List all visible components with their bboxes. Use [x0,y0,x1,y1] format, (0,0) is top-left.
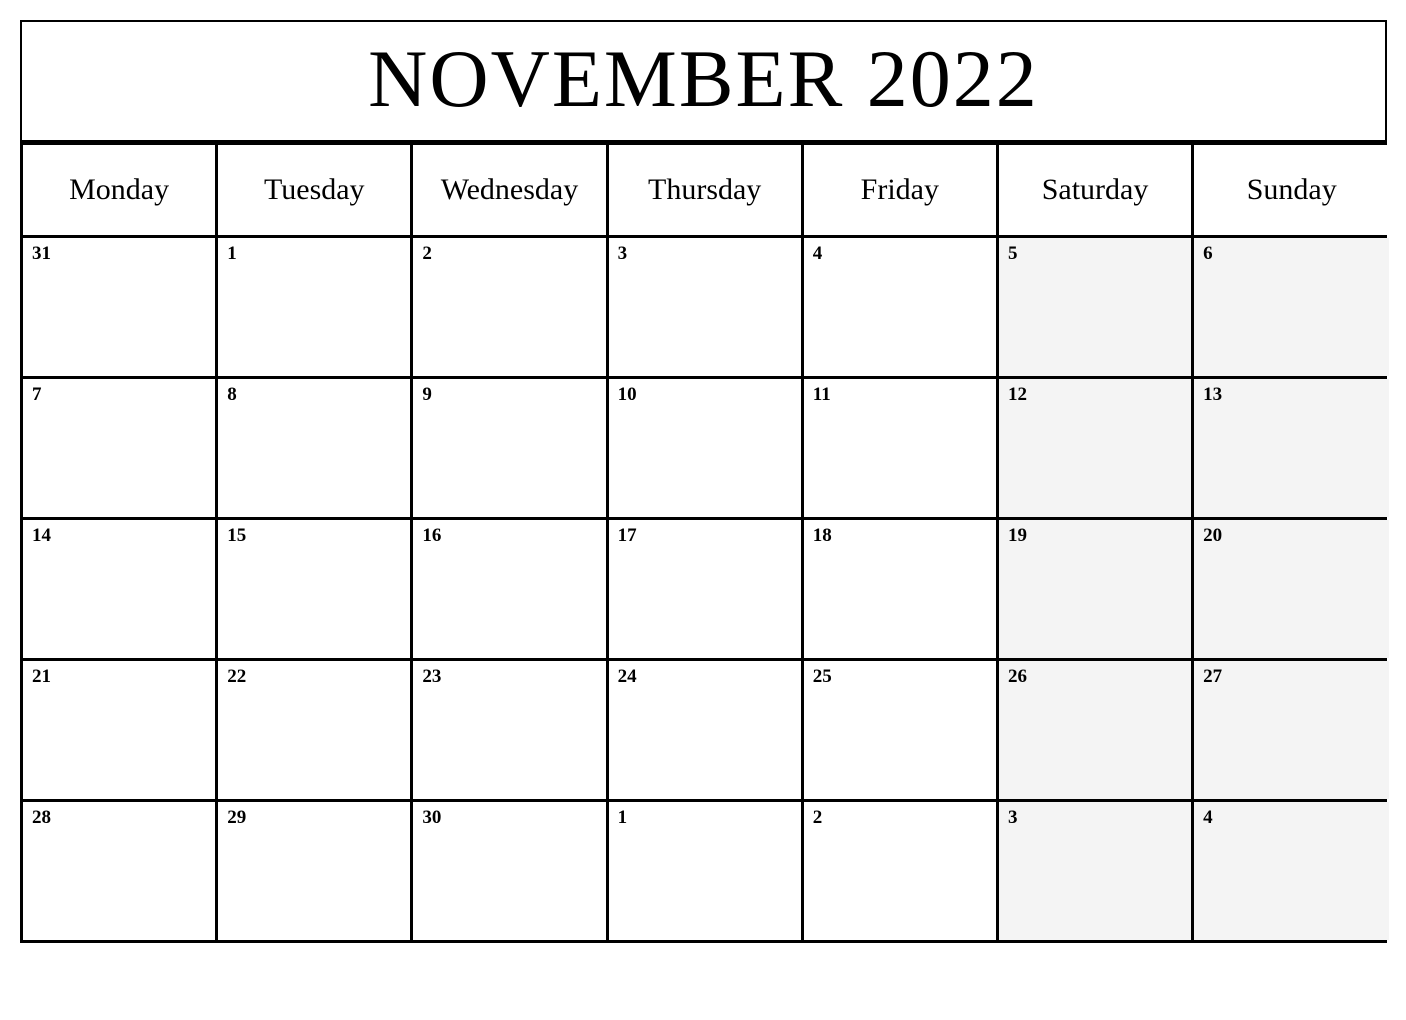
calendar-day-cell[interactable]: 13 [1194,379,1390,517]
calendar-day-cell[interactable]: 3 [998,802,1195,940]
day-number: 30 [422,807,442,828]
calendar-day-cell[interactable]: 26 [998,661,1195,799]
weekday-header-label: Monday [69,173,170,206]
day-number: 23 [422,666,442,687]
weekday-header-wednesday: Wednesday [413,145,609,235]
calendar-day-cell[interactable]: 15 [218,520,414,658]
day-number: 5 [1007,243,1018,264]
calendar-day-cell[interactable]: 6 [1194,238,1390,376]
calendar-grid: Monday Tuesday Wednesday Thursday Friday Satu… [20,142,1390,943]
weekday-header-label: Friday [860,173,939,206]
calendar-day-cell[interactable]: 25 [803,661,999,799]
day-number: 18 [812,525,832,546]
weekday-header-label: Sunday [1246,173,1337,206]
calendar-day-cell[interactable]: 20 [1194,520,1390,658]
day-number: 25 [812,666,832,687]
day-number: 22 [227,666,247,687]
day-number: 6 [1203,243,1213,264]
calendar-day-cell[interactable]: 4 [1194,802,1390,940]
weekday-header-row: Monday Tuesday Wednesday Thursday Friday Satu… [23,142,1390,235]
calendar-day-cell[interactable]: 16 [413,520,609,658]
calendar-day-cell[interactable]: 21 [23,661,219,799]
day-number: 20 [1203,525,1223,546]
calendar-day-cell[interactable]: 29 [218,802,414,940]
calendar-day-cell[interactable]: 14 [23,520,219,658]
day-number: 2 [422,243,432,264]
calendar-day-cell[interactable]: 28 [23,802,219,940]
day-number: 15 [227,525,247,546]
calendar-day-cell[interactable]: 10 [608,379,804,517]
calendar-day-cell[interactable]: 27 [1194,661,1390,799]
day-number: 8 [227,384,237,405]
calendar-day-cell[interactable]: 30 [413,802,609,940]
calendar-week-row: 28 29 30 1 2 3 4 [23,799,1390,940]
weekday-header-label: Saturday [1041,173,1149,206]
calendar-day-cell[interactable]: 11 [803,379,999,517]
weekday-header-saturday: Saturday [998,145,1195,235]
weekday-header-friday: Friday [803,145,999,235]
calendar-day-cell[interactable]: 22 [218,661,414,799]
day-number: 12 [1007,384,1027,405]
calendar-day-cell[interactable]: 3 [608,238,804,376]
calendar-day-cell[interactable]: 9 [413,379,609,517]
day-number: 28 [32,807,51,828]
day-number: 21 [32,666,51,687]
day-number: 7 [32,384,42,405]
calendar-day-cell[interactable]: 19 [998,520,1195,658]
calendar-day-cell[interactable]: 8 [218,379,414,517]
calendar-day-cell[interactable]: 7 [23,379,219,517]
day-number: 29 [227,807,247,828]
day-number: 27 [1203,666,1223,687]
calendar-day-cell[interactable]: 2 [803,802,999,940]
day-number: 9 [422,384,432,405]
calendar-day-cell[interactable]: 23 [413,661,609,799]
day-number: 1 [617,807,628,828]
calendar-day-cell[interactable]: 12 [998,379,1195,517]
day-number: 13 [1203,384,1223,405]
calendar-day-cell[interactable]: 2 [413,238,609,376]
weekday-header-tuesday: Tuesday [218,145,414,235]
day-number: 19 [1007,525,1027,546]
calendar-day-cell[interactable]: 5 [998,238,1195,376]
day-number: 4 [1203,807,1213,828]
calendar-week-row: 31 1 2 3 4 5 6 [23,235,1390,376]
day-number: 4 [812,243,823,264]
day-number: 24 [617,666,637,687]
day-number: 11 [812,384,831,405]
calendar-day-cell[interactable]: 24 [608,661,804,799]
page-title: NOVEMBER 2022 [368,33,1039,124]
day-number: 17 [617,525,637,546]
calendar-day-cell[interactable]: 17 [608,520,804,658]
calendar-day-cell[interactable]: 1 [218,238,414,376]
weekday-header-thursday: Thursday [608,145,804,235]
weekday-header-label: Tuesday [263,173,365,206]
day-number: 2 [812,807,823,828]
calendar-day-cell[interactable]: 18 [803,520,999,658]
weeks-container: 31 1 2 3 4 5 6 7 8 9 10 11 12 13 14 15 16 17 18 19 20 21 22 23 2… [23,235,1390,940]
day-number: 3 [617,243,628,264]
day-number: 31 [32,243,51,264]
weekday-header-label: Thursday [648,173,762,206]
calendar-week-row: 14 15 16 17 18 19 20 [23,517,1390,658]
day-number: 10 [617,384,637,405]
day-number: 26 [1007,666,1027,687]
calendar-day-cell[interactable]: 1 [608,802,804,940]
calendar: NOVEMBER 2022 Monday Tuesday Wednesday Thur… [20,20,1390,943]
day-number: 16 [422,525,442,546]
day-number: 1 [227,243,237,264]
calendar-day-cell[interactable]: 4 [803,238,999,376]
day-number: 3 [1007,807,1018,828]
calendar-day-cell[interactable]: 31 [23,238,219,376]
day-number: 14 [32,525,51,546]
weekday-header-monday: Monday [23,145,219,235]
calendar-week-row: 21 22 23 24 25 26 27 [23,658,1390,799]
calendar-week-row: 7 8 9 10 11 12 13 [23,376,1390,517]
calendar-title-bar: NOVEMBER 2022 [20,20,1387,142]
weekday-header-label: Wednesday [440,173,579,206]
weekday-header-sunday: Sunday [1194,145,1390,235]
